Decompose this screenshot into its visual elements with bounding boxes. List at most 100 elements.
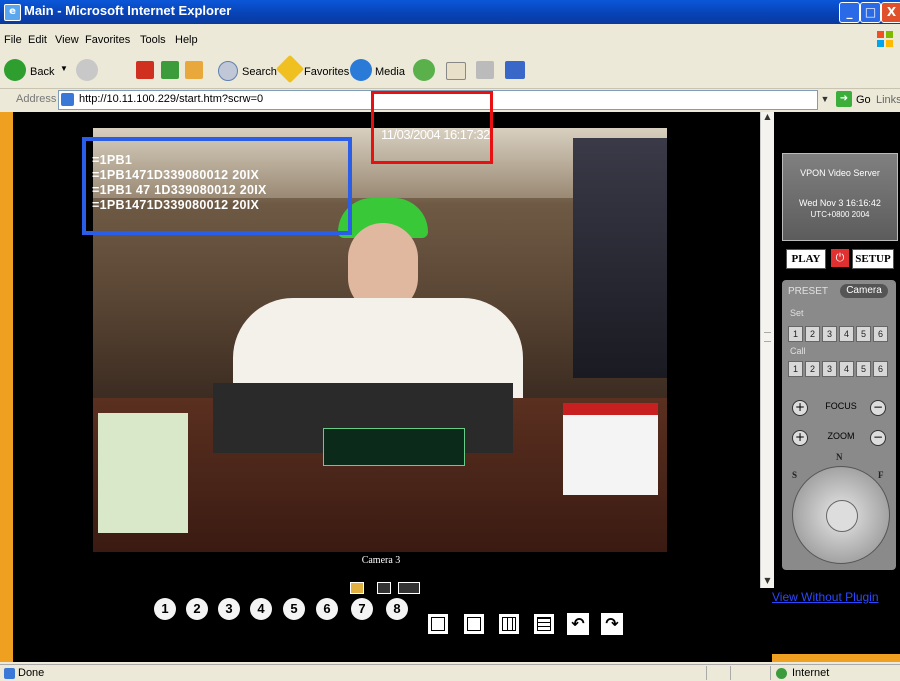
- setup-button[interactable]: SETUP: [852, 249, 894, 269]
- preset-set-3[interactable]: 3: [822, 326, 837, 342]
- channel-7-button[interactable]: 7: [351, 598, 373, 620]
- layout-grid16-icon[interactable]: [533, 613, 555, 635]
- record-icon[interactable]: [377, 582, 391, 594]
- menu-tools[interactable]: Tools: [140, 34, 166, 46]
- osd-text-highlight: =1PB1 =1PB1471D339080012 20IX =1PB1 47 1…: [82, 137, 352, 235]
- go-button[interactable]: Go: [856, 94, 871, 106]
- layout-dual-icon[interactable]: [463, 613, 485, 635]
- edit-icon[interactable]: [505, 61, 525, 79]
- status-text: Done: [18, 667, 45, 679]
- channel-8-button[interactable]: 8: [386, 598, 408, 620]
- title-bar[interactable]: e Main - Microsoft Internet Explorer _ □…: [0, 0, 900, 24]
- play-button[interactable]: PLAY: [786, 249, 826, 269]
- page-icon: [61, 93, 74, 106]
- fullscreen-icon[interactable]: [398, 582, 420, 594]
- internet-zone-icon: [776, 668, 787, 679]
- preset-call-4[interactable]: 4: [839, 361, 854, 377]
- power-icon[interactable]: ⏻: [831, 249, 849, 267]
- page-left-border: [0, 112, 13, 662]
- call-label: Call: [790, 346, 806, 356]
- menu-bar: File Edit View Favorites Tools Help: [0, 24, 900, 54]
- status-divider: [706, 666, 707, 680]
- menu-file[interactable]: File: [4, 34, 22, 46]
- scroll-down-icon[interactable]: ▼: [761, 576, 774, 588]
- focus-minus-button[interactable]: −: [870, 400, 886, 416]
- back-arrow-icon[interactable]: [4, 59, 26, 81]
- rotate-right-icon[interactable]: ↷: [601, 613, 623, 635]
- stop-icon[interactable]: [136, 61, 154, 79]
- zone-text: Internet: [792, 667, 830, 679]
- server-timezone: UTC+0800 2004: [810, 210, 870, 219]
- pan-tilt-dial[interactable]: [792, 466, 890, 564]
- scroll-grip[interactable]: [764, 332, 771, 342]
- preset-call-6[interactable]: 6: [873, 361, 888, 377]
- channel-3-button[interactable]: 3: [218, 598, 240, 620]
- preset-call-5[interactable]: 5: [856, 361, 871, 377]
- preset-set-6[interactable]: 6: [873, 326, 888, 342]
- ie-icon: e: [4, 4, 21, 21]
- layout-single-icon[interactable]: [427, 613, 449, 635]
- favorites-star-icon[interactable]: [275, 54, 305, 84]
- osd-line: =1PB1471D339080012 20IX: [92, 168, 260, 182]
- osd-line: =1PB1471D339080012 20IX: [92, 198, 260, 212]
- status-bar: Done Internet: [0, 664, 900, 681]
- back-button[interactable]: Back: [30, 66, 54, 78]
- layout-grid9-icon[interactable]: [498, 613, 520, 635]
- print-icon[interactable]: [476, 61, 494, 79]
- preset-set-1[interactable]: 1: [788, 326, 803, 342]
- scroll-up-icon[interactable]: ▲: [761, 112, 774, 124]
- preset-call-3[interactable]: 3: [822, 361, 837, 377]
- camera-label: Camera 3: [361, 555, 401, 566]
- focus-plus-button[interactable]: +: [792, 400, 808, 416]
- minimize-button[interactable]: _: [839, 2, 860, 23]
- back-dropdown-icon[interactable]: ▼: [60, 64, 68, 73]
- panel-bottom-bar: [772, 654, 900, 662]
- channel-6-button[interactable]: 6: [316, 598, 338, 620]
- preset-tab[interactable]: PRESET: [788, 286, 828, 297]
- snapshot-icon[interactable]: [350, 582, 364, 594]
- refresh-icon[interactable]: [161, 61, 179, 79]
- home-icon[interactable]: [185, 61, 203, 79]
- window-title: Main - Microsoft Internet Explorer: [24, 3, 232, 18]
- channel-5-button[interactable]: 5: [283, 598, 305, 620]
- links-button[interactable]: Links: [876, 94, 900, 106]
- video-timestamp: 11/03/2004 16:17:32: [381, 127, 490, 142]
- dial-n-label: N: [836, 452, 843, 462]
- channel-1-button[interactable]: 1: [154, 598, 176, 620]
- media-button[interactable]: Media: [375, 66, 405, 78]
- maximize-button[interactable]: □: [860, 2, 881, 23]
- preset-set-5[interactable]: 5: [856, 326, 871, 342]
- vertical-scrollbar[interactable]: ▲ ▼: [760, 112, 774, 588]
- history-icon[interactable]: [413, 59, 435, 81]
- address-dropdown-icon[interactable]: ▼: [818, 91, 832, 107]
- channel-4-button[interactable]: 4: [250, 598, 272, 620]
- address-url[interactable]: http://10.11.100.229/start.htm?scrw=0: [79, 93, 263, 105]
- dial-center-button[interactable]: [826, 500, 858, 532]
- camera-tab[interactable]: Camera: [840, 284, 888, 298]
- menu-favorites[interactable]: Favorites: [85, 34, 130, 46]
- favorites-button[interactable]: Favorites: [304, 66, 349, 78]
- preset-set-2[interactable]: 2: [805, 326, 820, 342]
- menu-help[interactable]: Help: [175, 34, 198, 46]
- mail-icon[interactable]: [446, 62, 466, 80]
- ptz-control-panel: PRESET Camera Set 1 2 3 4 5 6 Call 1 2 3…: [782, 280, 896, 570]
- preset-call-2[interactable]: 2: [805, 361, 820, 377]
- rotate-left-icon[interactable]: ↶: [567, 613, 589, 635]
- menu-view[interactable]: View: [55, 34, 79, 46]
- forward-arrow-icon[interactable]: [76, 59, 98, 81]
- search-icon[interactable]: [218, 61, 238, 81]
- go-arrow-icon[interactable]: ➜: [836, 91, 852, 107]
- preset-call-1[interactable]: 1: [788, 361, 803, 377]
- close-button[interactable]: X: [881, 2, 900, 23]
- server-name: VPON Video Server: [800, 168, 880, 178]
- preset-set-4[interactable]: 4: [839, 326, 854, 342]
- page-done-icon: [4, 668, 15, 679]
- zoom-plus-button[interactable]: +: [792, 430, 808, 446]
- channel-2-button[interactable]: 2: [186, 598, 208, 620]
- view-without-plugin-link[interactable]: View Without Plugin: [772, 590, 900, 604]
- menu-edit[interactable]: Edit: [28, 34, 47, 46]
- search-button[interactable]: Search: [242, 66, 277, 78]
- zoom-minus-button[interactable]: −: [870, 430, 886, 446]
- media-icon[interactable]: [350, 59, 372, 81]
- bucket: [563, 403, 658, 495]
